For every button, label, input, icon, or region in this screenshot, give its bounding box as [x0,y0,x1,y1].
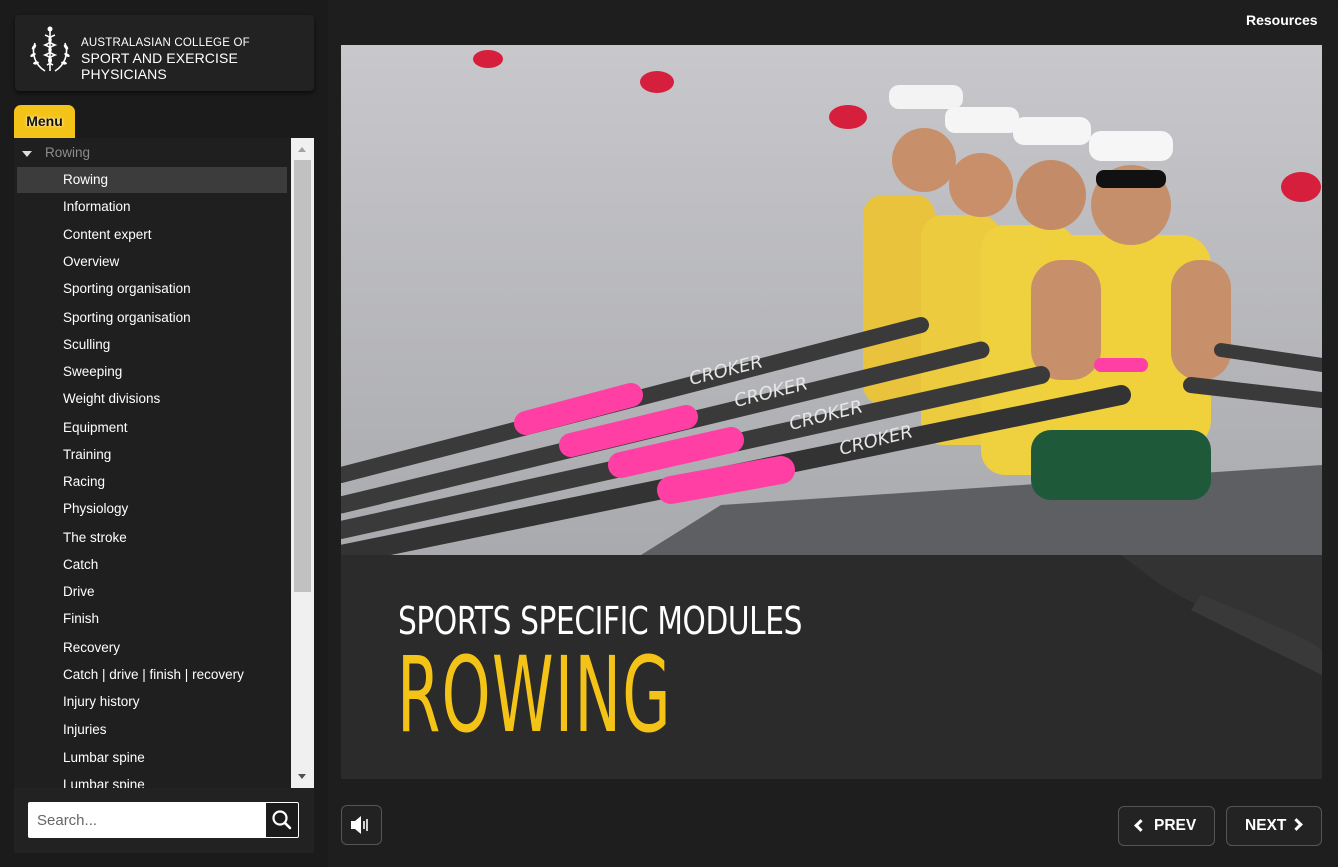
menu-item-injury-history[interactable]: Injury history [17,689,287,715]
menu-item-training[interactable]: Training [17,442,287,468]
scroll-down-arrow-icon[interactable] [291,766,314,788]
rowing-crew-photo: CROKER CROKER CROKER CROKER [341,45,1322,555]
chevron-right-icon [1290,818,1303,831]
next-label: NEXT [1245,817,1287,834]
menu-tab[interactable]: Menu [14,105,75,138]
menu-scrollbar[interactable] [291,138,314,788]
menu-panel: Rowing Rowing Information Content expert… [14,138,314,788]
menu-item-recovery[interactable]: Recovery [17,635,287,661]
search-input[interactable] [28,802,266,838]
slide-caption: SPORTS SPECIFIC MODULES ROWING [341,555,1322,779]
org-name-line1: AUSTRALASIAN COLLEGE OF [81,37,250,49]
search-button[interactable] [265,802,299,838]
menu-item-sporting-organisation[interactable]: Sporting organisation [17,276,287,302]
menu-item-physiology[interactable]: Physiology [17,496,287,522]
collapse-triangle-icon[interactable] [22,151,32,157]
menu-item-lumbar-spine[interactable]: Lumbar spine [17,745,287,771]
menu-item-rowing[interactable]: Rowing [17,167,287,193]
slide-content: CROKER CROKER CROKER CROKER SPORTS SPECI… [341,45,1322,779]
menu-item-catch[interactable]: Catch [17,552,287,578]
player-window: AUSTRALASIAN COLLEGE OF SPORT AND EXERCI… [0,0,1338,867]
menu-item-sculling[interactable]: Sculling [17,332,287,358]
search-icon [272,810,292,830]
menu-item-weight-divisions[interactable]: Weight divisions [17,386,287,412]
scroll-thumb[interactable] [294,160,311,592]
resources-link[interactable]: Resources [1246,12,1318,28]
menu-item-the-stroke[interactable]: The stroke [17,525,287,551]
menu-item-racing[interactable]: Racing [17,469,287,495]
menu-item-content-expert[interactable]: Content expert [17,222,287,248]
menu-item-injuries[interactable]: Injuries [17,717,287,743]
slide-title: ROWING [397,634,672,756]
menu-item-sweeping[interactable]: Sweeping [17,359,287,385]
caduceus-laurel-icon [30,26,70,72]
scroll-up-arrow-icon[interactable] [291,138,314,160]
menu-item-lumbar-spine-2[interactable]: Lumbar spine [17,772,287,788]
menu-group-label: Rowing [45,145,91,160]
next-button[interactable]: NEXT [1226,806,1322,846]
chevron-left-icon [1134,819,1147,832]
sidebar: AUSTRALASIAN COLLEGE OF SPORT AND EXERCI… [0,0,328,867]
oar-silhouette-decoration [1121,555,1322,675]
prev-button[interactable]: PREV [1118,806,1215,846]
menu-item-drive[interactable]: Drive [17,579,287,605]
prev-label: PREV [1154,817,1197,834]
menu-item-catch-drive-finish-recovery[interactable]: Catch | drive | finish | recovery [17,662,287,688]
search-bar [14,788,314,853]
menu-list: Rowing Rowing Information Content expert… [14,138,290,788]
menu-group-rowing[interactable]: Rowing [14,140,290,166]
org-logo: AUSTRALASIAN COLLEGE OF SPORT AND EXERCI… [15,15,314,91]
menu-item-information[interactable]: Information [17,194,287,220]
speaker-icon [351,816,368,834]
menu-item-sporting-organisation-2[interactable]: Sporting organisation [17,305,287,331]
menu-item-equipment[interactable]: Equipment [17,415,287,441]
menu-item-overview[interactable]: Overview [17,249,287,275]
org-name-line2: SPORT AND EXERCISE PHYSICIANS [81,50,238,82]
audio-button[interactable] [341,805,382,845]
menu-item-finish[interactable]: Finish [17,606,287,632]
